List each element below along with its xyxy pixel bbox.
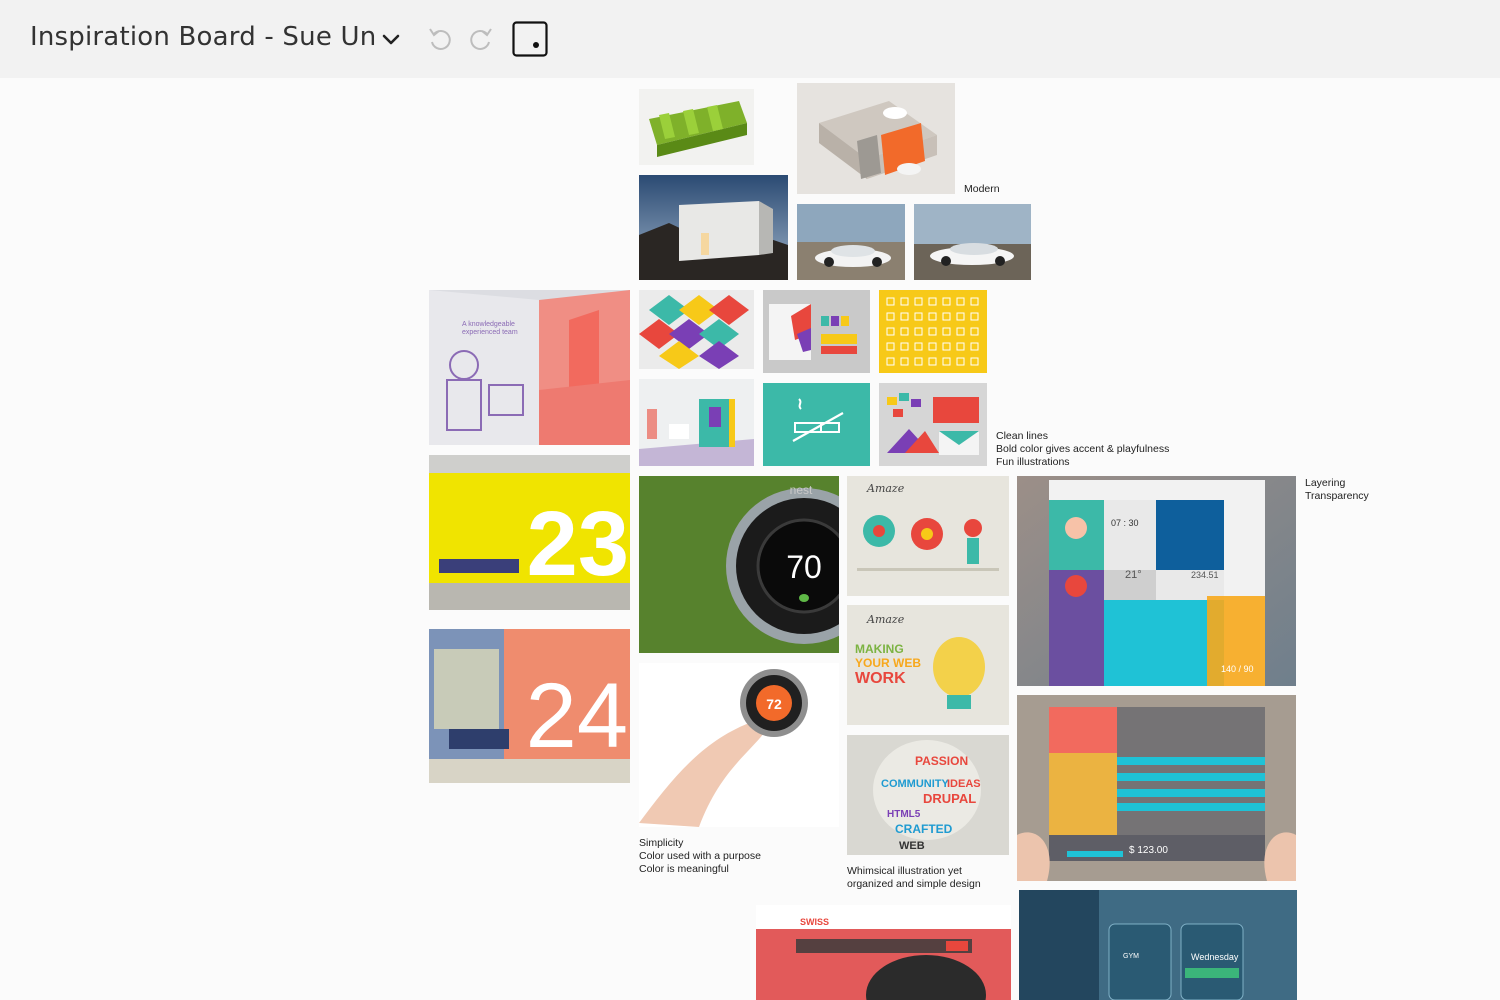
board-menu-button[interactable] (378, 27, 404, 53)
payment-price: $ 123.00 (1129, 845, 1168, 856)
image-amaze-illustration-1[interactable]: Amaze (847, 476, 1009, 596)
board-title: Inspiration Board - Sue Un (30, 22, 377, 52)
note-simplicity[interactable]: Simplicity Color used with a purpose Col… (639, 837, 761, 876)
image-no-smoking-sign[interactable] (763, 383, 870, 466)
amaze-word-3: WORK (855, 670, 906, 687)
nest-temperature: 70 (786, 549, 822, 585)
image-gate-24[interactable]: 24 (429, 629, 630, 783)
image-sports-car-2[interactable] (914, 204, 1031, 280)
fitness-gym-label: GYM (1123, 953, 1139, 960)
image-layered-dashboard[interactable]: 07 : 30 21° 234.51 140 / 90 (1017, 476, 1296, 686)
top-toolbar: Inspiration Board - Sue Un (0, 0, 1500, 78)
redo-button[interactable] (466, 24, 496, 54)
dashboard-bp: 140 / 90 (1221, 664, 1254, 674)
image-packaging[interactable] (797, 83, 955, 194)
fitness-weekday: Wednesday (1191, 952, 1239, 962)
note-modern[interactable]: Modern (964, 183, 1000, 196)
cloud-word-passion: PASSION (915, 754, 968, 768)
dashboard-temp: 21° (1125, 569, 1142, 581)
nest-hand-temperature: 72 (766, 696, 782, 712)
signage-line-1: A knowledgeable (462, 321, 515, 328)
signage-line-2: experienced team (462, 329, 518, 336)
gate-number-24: 24 (526, 665, 628, 767)
cloud-word-drupal: DRUPAL (923, 791, 976, 806)
note-whimsical[interactable]: Whimsical illustration yet organized and… (847, 865, 981, 891)
undo-button[interactable] (425, 24, 455, 54)
image-isometric-cards[interactable] (639, 290, 754, 369)
image-fitness-app[interactable]: GYM Wednesday (1019, 890, 1297, 1000)
image-word-cloud-bulb[interactable]: PASSION COMMUNITY IDEAS DRUPAL HTML5 CRA… (847, 735, 1009, 855)
amaze-word-2: YOUR WEB (855, 656, 921, 670)
image-nest-thermostat[interactable]: 70 nest (639, 476, 839, 653)
svg-text:Amaze: Amaze (866, 482, 905, 495)
cloud-word-community: COMMUNITY (881, 778, 949, 790)
image-3d-letters[interactable] (639, 89, 754, 165)
svg-text:Amaze: Amaze (866, 613, 905, 626)
image-sports-car-1[interactable] (797, 204, 905, 280)
image-nest-hand[interactable]: 72 (639, 663, 839, 827)
image-swiss-website[interactable]: SWISS (756, 905, 1011, 1000)
image-stationery-brand[interactable] (763, 290, 870, 373)
image-gate-23[interactable]: 23 (429, 455, 630, 610)
cloud-word-ideas: IDEAS (947, 778, 981, 790)
image-geometric-cards[interactable] (879, 383, 987, 466)
cloud-word-crafted: CRAFTED (895, 822, 953, 836)
redo-icon (470, 28, 492, 50)
cloud-word-web: WEB (899, 840, 925, 852)
dashboard-value: 234.51 (1191, 570, 1219, 580)
image-payment-app[interactable]: $ 123.00 (1017, 695, 1296, 881)
nest-logo-text: nest (790, 483, 813, 497)
image-colorful-interior[interactable] (639, 379, 754, 466)
undo-icon (429, 28, 451, 50)
cloud-word-html5: HTML5 (887, 809, 921, 820)
gate-number-23: 23 (527, 493, 629, 595)
note-layering[interactable]: Layering Transparency (1305, 477, 1369, 503)
image-airport-signage[interactable]: A knowledgeable experienced team (429, 290, 630, 445)
swiss-logo: SWISS (800, 917, 829, 927)
image-amaze-illustration-2[interactable]: MAKING YOUR WEB WORK Amaze (847, 605, 1009, 725)
chevron-down-icon (382, 34, 400, 45)
dashboard-time: 07 : 30 (1111, 518, 1139, 528)
frame-button[interactable] (512, 21, 548, 57)
amaze-word-1: MAKING (855, 642, 904, 656)
frame-icon (512, 21, 548, 57)
image-modern-house[interactable] (639, 175, 788, 280)
image-yellow-icon-grid[interactable] (879, 290, 987, 373)
note-clean-lines[interactable]: Clean lines Bold color gives accent & pl… (996, 430, 1169, 469)
